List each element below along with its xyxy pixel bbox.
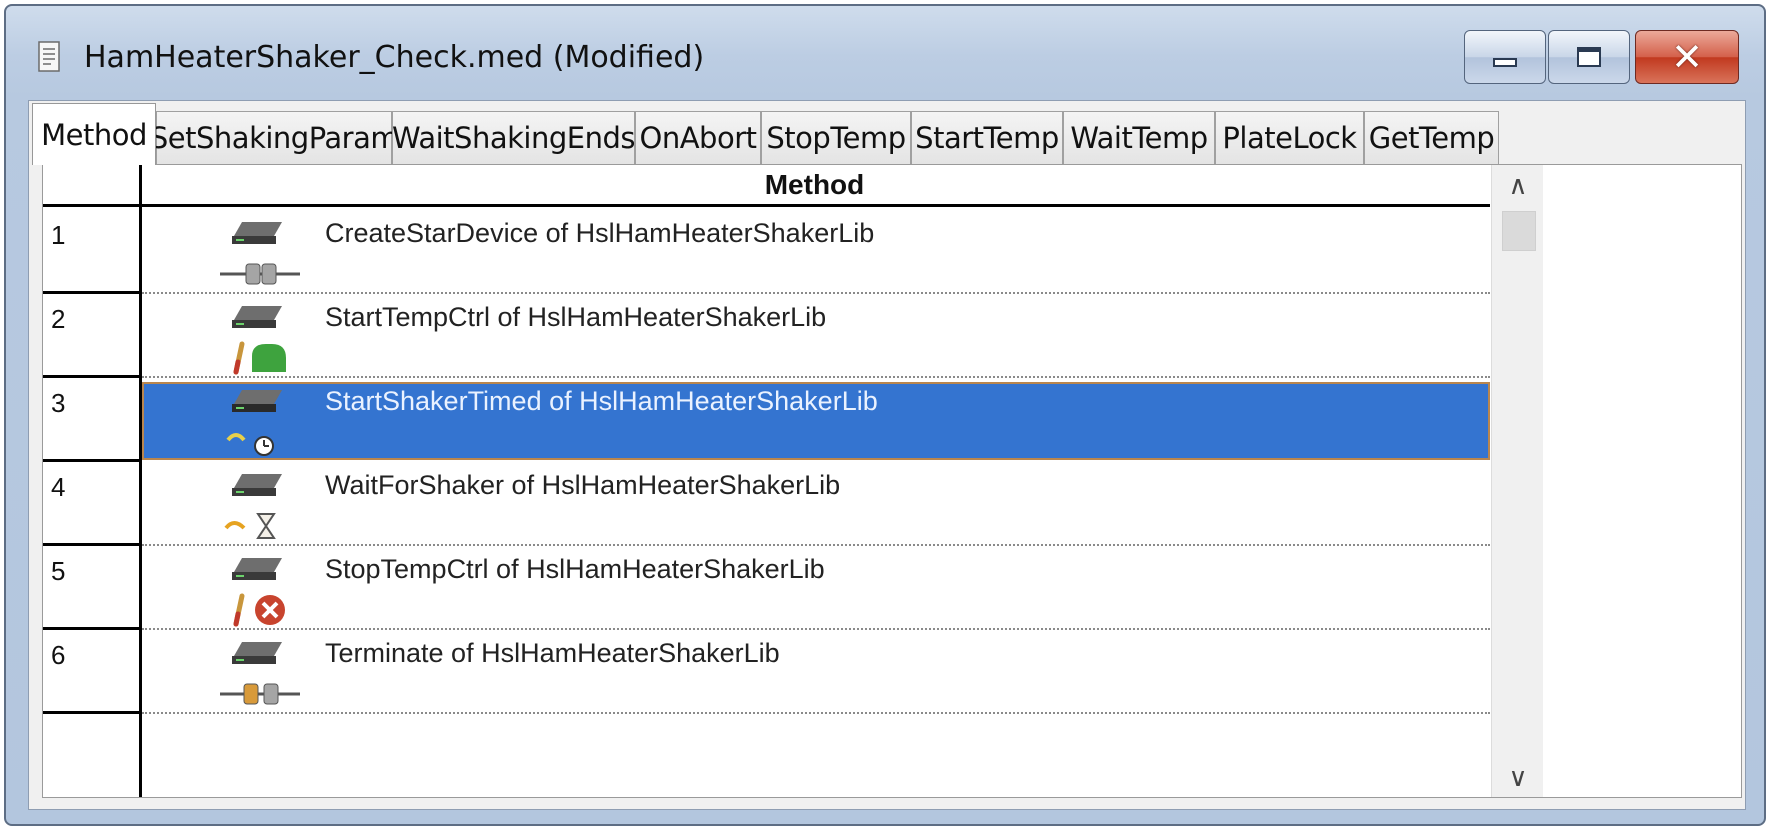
chevron-up-icon: ∧	[1508, 171, 1528, 201]
maximize-icon	[1577, 47, 1601, 67]
step-label: WaitForShaker of HslHamHeaterShakerLib	[325, 470, 841, 500]
device-connect-icon	[220, 222, 300, 285]
scroll-up-button[interactable]: ∧	[1492, 165, 1544, 207]
shaker-wait-icon	[224, 474, 282, 539]
grid-row[interactable]: 6 Terminate of HslHamHeaterShakerLib	[43, 630, 1490, 714]
title-bar[interactable]: HamHeaterShaker_Check.med (Modified) ✕	[6, 6, 1764, 90]
temperature-stop-icon	[232, 558, 285, 627]
application-window: HamHeaterShaker_Check.med (Modified) ✕ M…	[4, 4, 1766, 826]
close-icon: ✕	[1671, 35, 1703, 79]
row-number: 4	[51, 472, 66, 502]
scroll-thumb[interactable]	[1502, 211, 1536, 251]
grid-row[interactable]: 5 StopTempCtrl of HslHamHeaterShakerLib	[43, 546, 1490, 630]
vertical-scrollbar[interactable]: ∧ ∨	[1491, 165, 1544, 797]
minimize-button[interactable]	[1464, 30, 1546, 84]
tab-setshakingparam[interactable]: SetShakingParam	[150, 111, 399, 164]
shaker-timer-icon	[226, 390, 282, 456]
maximize-button[interactable]	[1548, 30, 1630, 84]
tab-method[interactable]: Method	[32, 103, 156, 165]
step-label: Terminate of HslHamHeaterShakerLib	[325, 638, 780, 668]
grid-row[interactable]: 4 WaitForShaker of HslHamHeaterShakerLib	[43, 462, 1490, 546]
tab-waitshakingends[interactable]: WaitShakingEnds	[392, 111, 635, 164]
grid-corner	[43, 165, 139, 207]
row-number: 5	[51, 556, 66, 586]
device-disconnect-icon	[220, 642, 300, 705]
grid-row[interactable]: 1 CreateStarDevice of HslHamHeaterShaker…	[43, 210, 1490, 294]
tab-waittemp[interactable]: WaitTemp	[1063, 111, 1215, 164]
method-editor: Method SetShakingParam WaitShakingEnds O…	[28, 100, 1746, 810]
method-grid: Method 1 CreateStarDevice of HslHamHeate…	[42, 164, 1742, 798]
row-number: 3	[51, 388, 66, 418]
minimize-icon	[1493, 57, 1517, 67]
step-label: StartTempCtrl of HslHamHeaterShakerLib	[325, 302, 827, 332]
tab-bar: Method SetShakingParam WaitShakingEnds O…	[29, 101, 1745, 165]
grid-row[interactable]: 2 StartTempCtrl of HslHamHeaterShakerLib	[43, 294, 1490, 378]
window-title: HamHeaterShaker_Check.med (Modified)	[84, 40, 705, 75]
grid-column-header[interactable]: Method	[139, 165, 1490, 207]
tab-onabort[interactable]: OnAbort	[635, 111, 761, 164]
temperature-start-icon	[232, 306, 286, 375]
scroll-down-button[interactable]: ∨	[1492, 757, 1544, 797]
step-label: CreateStarDevice of HslHamHeaterShakerLi…	[325, 218, 875, 248]
tab-starttemp[interactable]: StartTemp	[911, 111, 1063, 164]
row-header-divider	[139, 165, 142, 797]
tab-platelock[interactable]: PlateLock	[1215, 111, 1364, 164]
row-number: 1	[51, 220, 66, 250]
document-icon	[38, 41, 60, 72]
row-number: 6	[51, 640, 66, 670]
step-label: StartShakerTimed of HslHamHeaterShakerLi…	[325, 386, 878, 416]
grid-row-selected[interactable]: 3 StartShakerTimed of HslHamHeaterShaker…	[43, 378, 1490, 462]
step-label: StopTempCtrl of HslHamHeaterShakerLib	[325, 554, 825, 584]
close-button[interactable]: ✕	[1635, 30, 1739, 84]
tab-stoptemp[interactable]: StopTemp	[761, 111, 911, 164]
row-number: 2	[51, 304, 66, 334]
tab-gettemp[interactable]: GetTemp	[1364, 111, 1499, 164]
chevron-down-icon: ∨	[1508, 763, 1528, 793]
